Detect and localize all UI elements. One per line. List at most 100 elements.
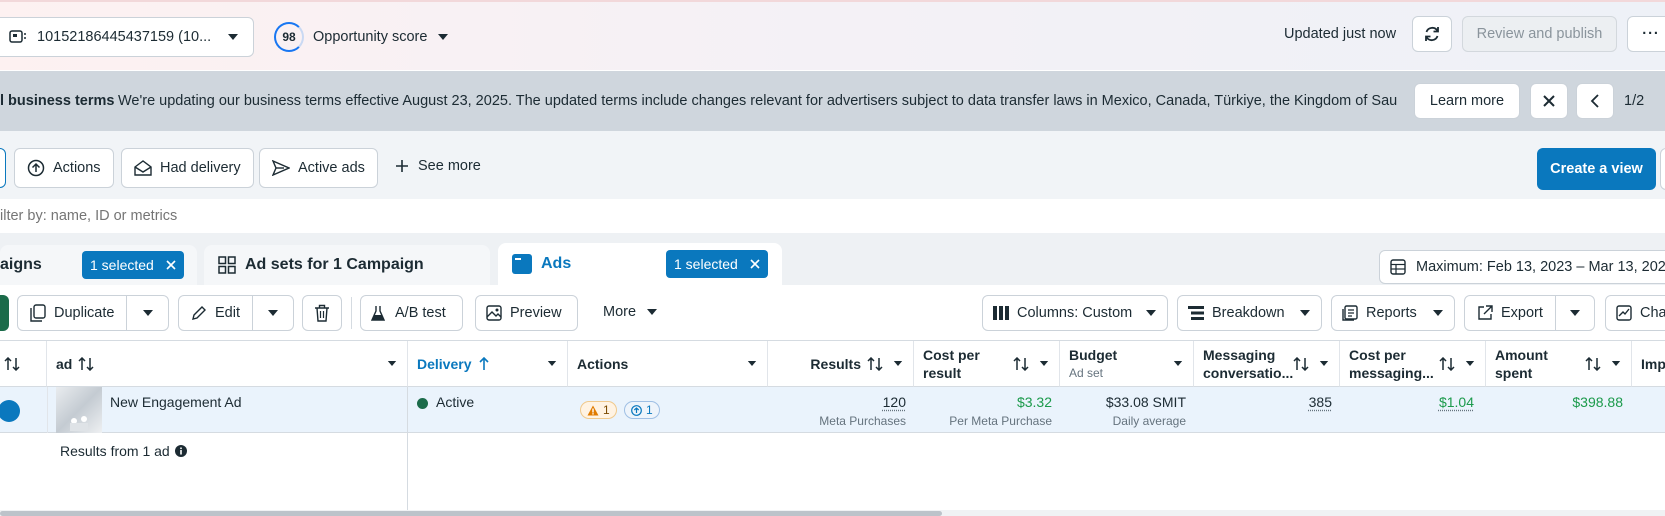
- duplicate-button[interactable]: Duplicate: [18, 296, 128, 330]
- edit-button[interactable]: Edit: [179, 296, 253, 330]
- edit-dropdown-button[interactable]: [253, 309, 293, 317]
- row-toggle[interactable]: [0, 400, 20, 422]
- see-more-filters-button[interactable]: See more: [396, 158, 481, 174]
- chevron-down-icon: [227, 33, 239, 41]
- sort-icon: [1585, 357, 1601, 371]
- columns-button[interactable]: Columns: Custom: [982, 295, 1168, 331]
- budget-type: Daily average: [1112, 414, 1186, 428]
- filter-chip-active-ads[interactable]: Active ads: [259, 148, 378, 188]
- sort-icon: [1013, 357, 1029, 371]
- tab-label: aigns: [0, 256, 42, 273]
- review-publish-button[interactable]: Review and publish: [1462, 16, 1617, 52]
- opportunity-score-badge: 98: [274, 22, 304, 52]
- report-icon: [1342, 305, 1358, 321]
- calendar-table-icon: [1390, 259, 1406, 275]
- tab-ad-sets[interactable]: Ad sets for 1 Campaign: [204, 245, 490, 285]
- results-value[interactable]: 120: [883, 394, 906, 410]
- filter-chip-label: Actions: [53, 160, 101, 176]
- toolbar-divider: [351, 297, 352, 329]
- notification-banner: l business terms We're updating our busi…: [0, 71, 1665, 131]
- date-range-label: Maximum: Feb 13, 2023 – Mar 13, 2026: [1416, 259, 1665, 275]
- opportunity-score-button[interactable]: 98 Opportunity score: [274, 20, 449, 54]
- export-button[interactable]: Export: [1465, 296, 1556, 330]
- create-view-button[interactable]: Create a view: [1537, 148, 1656, 190]
- search-row: [0, 199, 1665, 233]
- export-dropdown-button[interactable]: [1556, 309, 1594, 317]
- account-selector[interactable]: 10152186445437159 (10...: [0, 17, 254, 57]
- chevron-down-icon: [747, 360, 757, 367]
- amount-spent-value: $398.88: [1572, 394, 1623, 410]
- ab-test-button[interactable]: A/B test: [360, 295, 463, 331]
- filter-chip-label: Had delivery: [160, 160, 241, 176]
- ad-name-link[interactable]: New Engagement Ad: [110, 394, 242, 410]
- column-label: Amount: [1495, 346, 1548, 363]
- search-input[interactable]: [0, 199, 1000, 233]
- column-divider: [407, 433, 408, 516]
- export-label: Export: [1501, 305, 1543, 321]
- table-row[interactable]: New Engagement Ad Active 1 1 120 Meta Pu…: [0, 387, 1665, 433]
- column-header-results[interactable]: Results: [768, 341, 914, 387]
- column-header-messaging-conversations[interactable]: Messaging conversatio...: [1194, 341, 1340, 387]
- column-header-cost-per-messaging[interactable]: Cost per messaging...: [1340, 341, 1486, 387]
- campaigns-selected-pill[interactable]: 1 selected: [82, 251, 184, 279]
- warning-badge[interactable]: 1: [580, 401, 617, 419]
- more-actions-button[interactable]: More: [603, 304, 658, 320]
- column-header-delivery[interactable]: Delivery: [408, 341, 568, 387]
- column-header-impressions[interactable]: Imp: [1632, 341, 1665, 387]
- send-icon: [272, 160, 290, 176]
- duplicate-icon: [30, 304, 46, 322]
- breakdown-label: Breakdown: [1212, 305, 1285, 321]
- column-header-ad[interactable]: ad: [47, 341, 408, 387]
- column-label: conversatio...: [1203, 364, 1294, 381]
- create-button[interactable]: [0, 295, 9, 331]
- date-range-picker[interactable]: Maximum: Feb 13, 2023 – Mar 13, 2026: [1379, 250, 1665, 284]
- image-icon: [486, 305, 502, 321]
- duplicate-dropdown-button[interactable]: [127, 309, 168, 317]
- column-header-actions[interactable]: Actions: [568, 341, 768, 387]
- column-header-amount-spent[interactable]: Amount spent: [1486, 341, 1632, 387]
- column-label: Delivery: [417, 355, 472, 372]
- chevron-down-icon: [1611, 360, 1621, 367]
- breakdown-button[interactable]: Breakdown: [1177, 295, 1322, 331]
- tab-ads[interactable]: Ads 1 selected: [498, 243, 782, 285]
- preview-button[interactable]: Preview: [475, 295, 578, 331]
- ads-table: ad Delivery Actions Results Cost per res…: [0, 340, 1665, 516]
- ab-test-label: A/B test: [395, 305, 446, 321]
- learn-more-button[interactable]: Learn more: [1414, 83, 1520, 119]
- ads-selected-pill[interactable]: 1 selected: [666, 250, 768, 278]
- duplicate-label: Duplicate: [54, 305, 115, 321]
- filter-chip-actions[interactable]: Actions: [14, 148, 114, 188]
- column-header-cost-per-result[interactable]: Cost per result: [914, 341, 1060, 387]
- charts-button[interactable]: Cha: [1605, 295, 1665, 331]
- budget-value[interactable]: $33.08 SMIT: [1106, 394, 1186, 410]
- column-header-budget[interactable]: Budget Ad set: [1060, 341, 1194, 387]
- column-divider: [407, 387, 408, 433]
- refresh-button[interactable]: [1412, 16, 1452, 52]
- close-icon: [166, 260, 176, 270]
- reports-button[interactable]: Reports: [1331, 295, 1455, 331]
- cost-per-messaging-value[interactable]: $1.04: [1439, 394, 1474, 410]
- chevron-down-icon: [1145, 309, 1157, 317]
- scrollbar-thumb[interactable]: [0, 511, 942, 516]
- info-icon[interactable]: [174, 445, 187, 457]
- close-banner-button[interactable]: [1530, 83, 1568, 119]
- tab-campaigns[interactable]: aigns 1 selected: [0, 245, 197, 285]
- messaging-conversations-value[interactable]: 385: [1309, 394, 1332, 410]
- delete-button[interactable]: [302, 295, 342, 331]
- horizontal-scrollbar[interactable]: [0, 510, 1665, 516]
- filter-chip-had-delivery[interactable]: Had delivery: [121, 148, 254, 188]
- duplicate-button-group: Duplicate: [17, 295, 169, 331]
- more-options-button[interactable]: ···: [1627, 16, 1665, 52]
- boost-badge[interactable]: 1: [624, 401, 660, 419]
- view-options-button[interactable]: [1660, 148, 1665, 190]
- chevron-down-icon: [1319, 360, 1329, 367]
- previous-notice-button[interactable]: [1576, 83, 1614, 119]
- summary-label: Results from 1 ad: [60, 443, 170, 459]
- column-divider: [47, 387, 48, 433]
- account-id: 10152186445437159 (10...: [37, 29, 212, 45]
- sort-icon: [1293, 357, 1309, 371]
- column-header-select[interactable]: [0, 341, 47, 387]
- columns-icon: [993, 306, 1009, 320]
- filter-chip-selected[interactable]: [0, 148, 6, 188]
- active-status-dot: [417, 398, 428, 409]
